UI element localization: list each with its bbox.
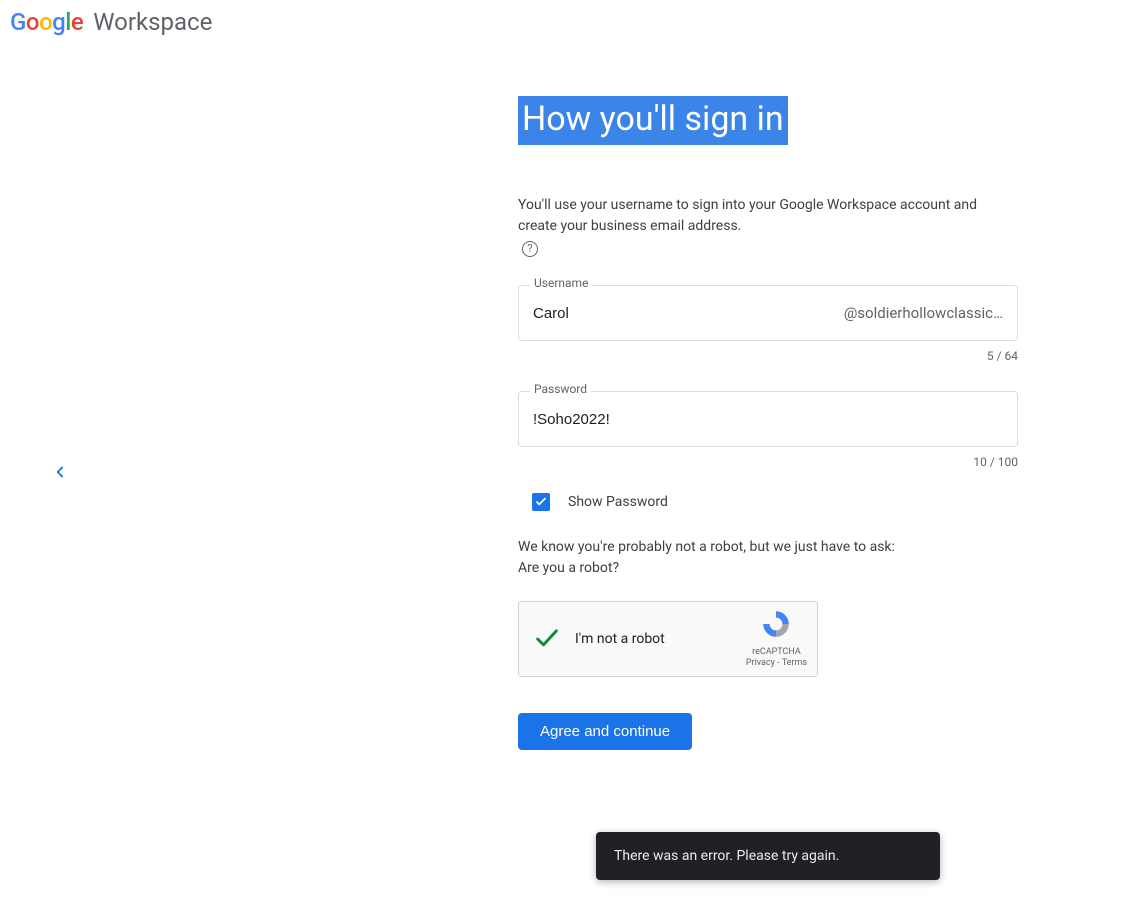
help-icon[interactable]: ? xyxy=(522,241,538,257)
back-button[interactable] xyxy=(48,460,72,484)
username-field: Username @soldierhollowclassic… 5 / 64 xyxy=(518,285,1018,363)
page-title: How you'll sign in xyxy=(518,96,788,145)
robot-prompt: We know you're probably not a robot, but… xyxy=(518,537,1018,579)
username-counter: 5 / 64 xyxy=(518,349,1018,363)
recaptcha-widget[interactable]: I'm not a robot reCAPTCHA Privacy - Term… xyxy=(518,601,818,677)
recaptcha-label: I'm not a robot xyxy=(575,631,665,647)
subtitle-text: You'll use your username to sign into yo… xyxy=(518,195,1018,237)
checkmark-icon xyxy=(534,495,548,509)
password-box xyxy=(518,391,1018,447)
password-label: Password xyxy=(530,382,591,396)
agree-continue-button[interactable]: Agree and continue xyxy=(518,713,692,750)
username-input[interactable] xyxy=(533,305,844,322)
google-logo: Google xyxy=(10,8,83,36)
error-toast: There was an error. Please try again. xyxy=(596,832,940,880)
password-field: Password 10 / 100 xyxy=(518,391,1018,469)
recaptcha-checkmark xyxy=(533,625,561,653)
username-label: Username xyxy=(530,276,592,290)
domain-suffix: @soldierhollowclassic… xyxy=(844,304,1003,322)
product-name: Workspace xyxy=(93,8,212,36)
show-password-checkbox[interactable] xyxy=(532,493,550,511)
password-input[interactable] xyxy=(533,411,1003,428)
recaptcha-links[interactable]: Privacy - Terms xyxy=(746,658,807,670)
toast-message: There was an error. Please try again. xyxy=(614,848,839,864)
show-password-label: Show Password xyxy=(568,494,668,510)
recaptcha-branding: reCAPTCHA Privacy - Terms xyxy=(746,608,807,670)
password-counter: 10 / 100 xyxy=(518,455,1018,469)
checkmark-icon xyxy=(533,625,561,653)
recaptcha-left: I'm not a robot xyxy=(533,625,665,653)
chevron-left-icon xyxy=(51,463,69,481)
username-box: @soldierhollowclassic… xyxy=(518,285,1018,341)
show-password-row: Show Password xyxy=(532,493,1018,511)
robot-line1: We know you're probably not a robot, but… xyxy=(518,537,1018,558)
robot-line2: Are you a robot? xyxy=(518,558,1018,579)
signup-form: How you'll sign in You'll use your usern… xyxy=(518,96,1018,750)
recaptcha-brand: reCAPTCHA xyxy=(746,647,807,659)
page-subtitle: You'll use your username to sign into yo… xyxy=(518,195,1018,257)
header-logo: Google Workspace xyxy=(0,0,1127,44)
recaptcha-icon xyxy=(760,608,792,640)
